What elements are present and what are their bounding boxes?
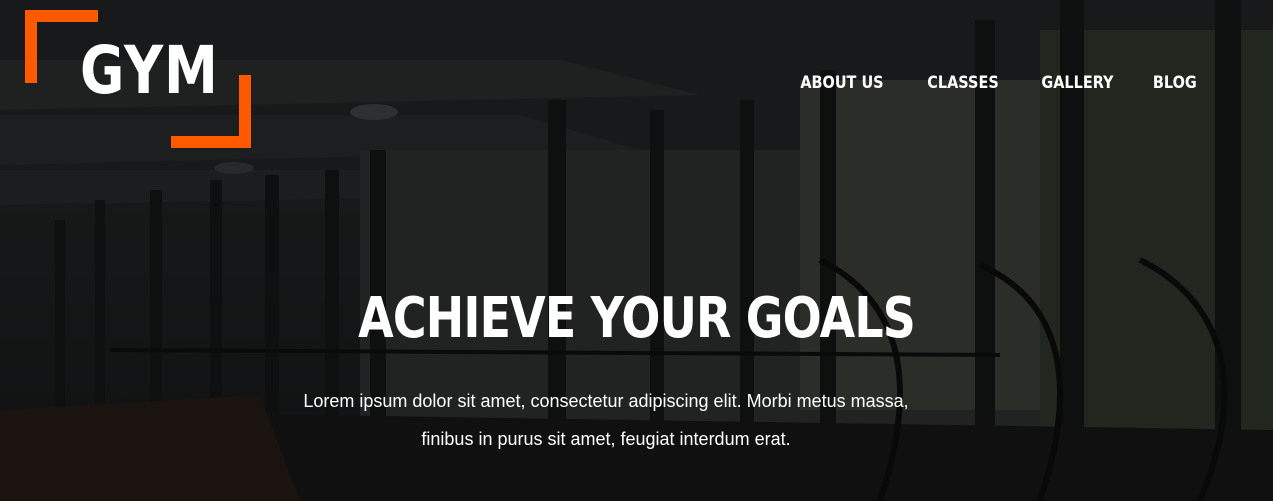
- nav-blog[interactable]: BLOG: [1153, 73, 1197, 93]
- hero-description: Lorem ipsum dolor sit amet, consectetur …: [303, 391, 909, 449]
- hero-headline-text: ACHIEVE YOUR GOALS: [358, 285, 916, 351]
- nav-classes[interactable]: CLASSES: [927, 73, 998, 93]
- nav-about-us[interactable]: ABOUT US: [800, 73, 883, 93]
- main-nav: ABOUT US CLASSES GALLERY BLOG: [793, 73, 1201, 93]
- hero-section: GYM ABOUT US CLASSES GALLERY BLOG ACHIEV…: [0, 0, 1273, 501]
- nav-gallery[interactable]: GALLERY: [1041, 73, 1113, 93]
- hero-headline: ACHIEVE YOUR GOALS: [0, 285, 1273, 351]
- gym-logo[interactable]: GYM: [25, 10, 251, 148]
- logo-text: GYM: [80, 32, 219, 109]
